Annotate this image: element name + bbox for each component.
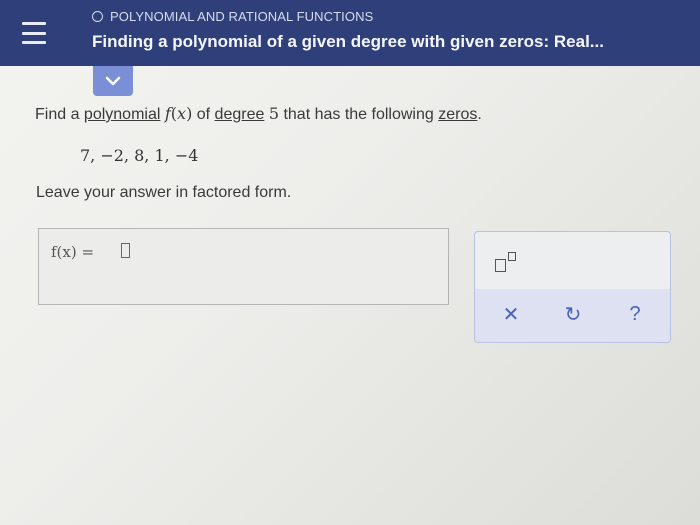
question-text: Find a polynomial f(x) of degree 5 that … xyxy=(35,104,482,123)
exponent-template-icon[interactable] xyxy=(495,252,523,274)
instruction-text: Leave your answer in factored form. xyxy=(36,184,292,201)
page-title: Finding a polynomial of a given degree w… xyxy=(92,32,604,51)
zeros-link[interactable]: zeros xyxy=(438,106,477,123)
degree-link[interactable]: degree xyxy=(215,106,265,123)
answer-label: f(x) = xyxy=(51,243,95,261)
undo-icon: ↻ xyxy=(564,303,582,326)
hamburger-menu-icon[interactable] xyxy=(22,22,46,44)
math-tools-panel: ✕ ↻ ? xyxy=(474,231,671,343)
undo-button[interactable]: ↻ xyxy=(561,302,585,326)
topic-row: POLYNOMIAL AND RATIONAL FUNCTIONS xyxy=(92,9,373,24)
close-icon: ✕ xyxy=(502,303,520,326)
polynomial-link[interactable]: polynomial xyxy=(84,106,160,123)
header-bar: POLYNOMIAL AND RATIONAL FUNCTIONS Findin… xyxy=(0,0,700,66)
answer-input[interactable]: f(x) = xyxy=(38,228,449,305)
clear-button[interactable]: ✕ xyxy=(499,302,523,326)
expand-button[interactable] xyxy=(93,66,133,96)
help-button[interactable]: ? xyxy=(623,302,647,326)
progress-circle-icon xyxy=(92,11,103,22)
chevron-down-icon xyxy=(105,76,121,86)
zeros-list: 7, −2, 8, 1, −4 xyxy=(80,146,199,165)
answer-blank-box[interactable] xyxy=(121,243,130,258)
question-icon: ? xyxy=(629,302,641,325)
topic-label: POLYNOMIAL AND RATIONAL FUNCTIONS xyxy=(110,9,374,24)
